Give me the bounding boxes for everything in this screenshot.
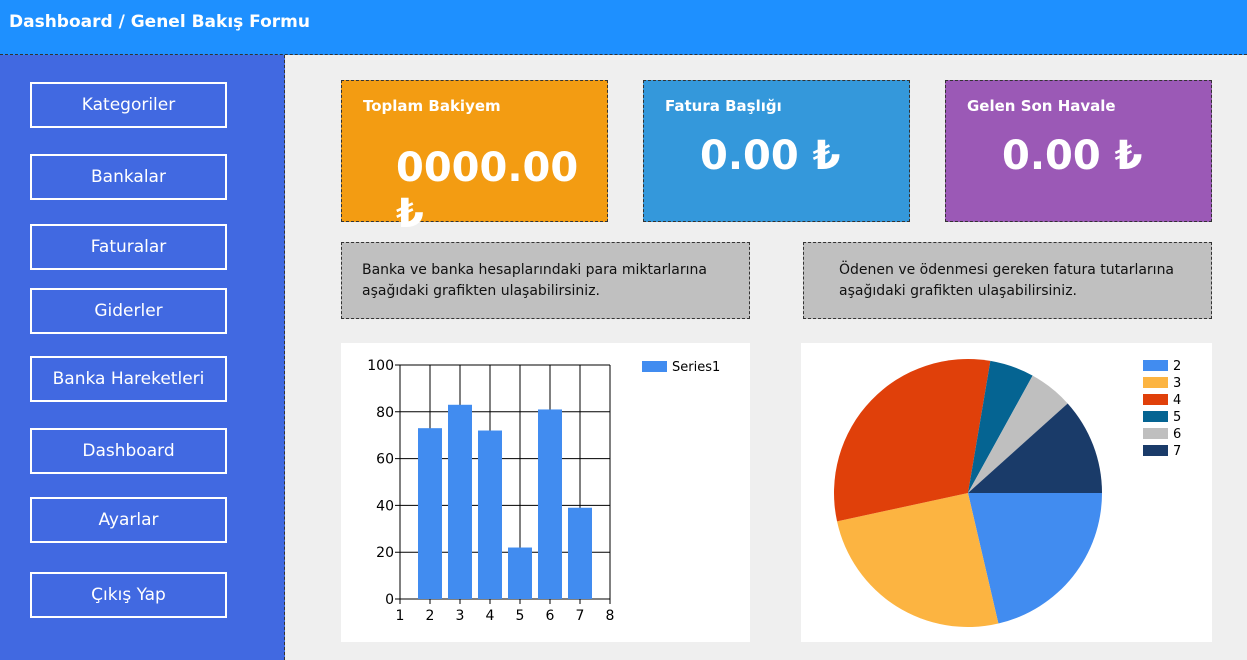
logout-button[interactable]: Çıkış Yap <box>30 572 227 618</box>
y-tick-label: 0 <box>385 592 394 608</box>
y-tick-label: 60 <box>376 452 394 468</box>
bar <box>418 428 442 599</box>
window-title: Dashboard / Genel Bakış Formu <box>9 12 310 32</box>
legend-label: 4 <box>1173 393 1181 408</box>
last-transfer-card: Gelen Son Havale 0.00 ₺ <box>945 80 1212 222</box>
legend-label: Series1 <box>672 360 720 375</box>
sidebar-item-faturalar[interactable]: Faturalar <box>30 224 227 270</box>
x-tick-label: 4 <box>486 608 495 624</box>
legend-label: 7 <box>1173 444 1181 459</box>
card-label: Toplam Bakiyem <box>363 97 501 115</box>
legend-label: 5 <box>1173 410 1181 425</box>
sidebar-item-kategoriler[interactable]: Kategoriler <box>30 82 227 128</box>
bank-bar-chart-panel: 0 20 40 60 80 100 1 2 3 4 5 6 7 8 Series1 <box>341 343 750 642</box>
legend-swatch <box>1143 394 1168 405</box>
bar <box>568 507 592 599</box>
invoice-card: Fatura Başlığı 0.00 ₺ <box>643 80 910 222</box>
legend-swatch <box>1143 377 1168 388</box>
card-value: 0.00 ₺ <box>700 133 841 179</box>
legend-swatch <box>1143 360 1168 371</box>
y-tick-label: 100 <box>367 358 394 374</box>
x-tick-label: 1 <box>396 608 405 624</box>
sidebar-item-giderler[interactable]: Giderler <box>30 288 227 334</box>
y-tick-label: 20 <box>376 545 394 561</box>
legend-swatch <box>1143 411 1168 422</box>
card-label: Gelen Son Havale <box>967 97 1116 115</box>
bar <box>538 409 562 599</box>
bank-bar-chart: 0 20 40 60 80 100 1 2 3 4 5 6 7 8 Series1 <box>367 358 720 624</box>
bank-info-text: Banka ve banka hesaplarındaki para mikta… <box>362 262 707 299</box>
legend-swatch <box>1143 445 1168 456</box>
y-tick-label: 40 <box>376 498 394 514</box>
card-value: 0.00 ₺ <box>1002 133 1143 179</box>
legend-label: 2 <box>1173 359 1181 374</box>
bank-info-box: Banka ve banka hesaplarındaki para mikta… <box>341 242 750 319</box>
x-tick-label: 6 <box>546 608 555 624</box>
invoice-info-box: Ödenen ve ödenmesi gereken fatura tutarl… <box>803 242 1212 319</box>
total-balance-card: Toplam Bakiyem 0000.00 ₺ <box>341 80 608 237</box>
card-label: Fatura Başlığı <box>665 97 782 115</box>
legend-label: 3 <box>1173 376 1181 391</box>
card-value: 0000.00 ₺ <box>396 145 579 237</box>
sidebar-item-ayarlar[interactable]: Ayarlar <box>30 497 227 543</box>
sidebar: Kategoriler Bankalar Faturalar Giderler … <box>0 55 285 660</box>
bar <box>448 404 472 599</box>
x-tick-label: 2 <box>426 608 435 624</box>
x-tick-label: 7 <box>576 608 585 624</box>
legend-swatch <box>642 361 667 372</box>
sidebar-item-banka-hareketleri[interactable]: Banka Hareketleri <box>30 356 227 402</box>
title-bar: Dashboard / Genel Bakış Formu <box>0 0 1247 55</box>
bar <box>508 547 532 599</box>
x-tick-label: 3 <box>456 608 465 624</box>
invoice-pie-chart: 2 3 4 5 6 7 <box>834 358 1181 627</box>
sidebar-item-bankalar[interactable]: Bankalar <box>30 154 227 200</box>
invoice-info-text: Ödenen ve ödenmesi gereken fatura tutarl… <box>839 262 1175 299</box>
sidebar-item-dashboard[interactable]: Dashboard <box>30 428 227 474</box>
invoice-pie-chart-panel: 2 3 4 5 6 7 <box>801 343 1212 642</box>
y-tick-label: 80 <box>376 405 394 421</box>
legend-label: 6 <box>1173 427 1181 442</box>
legend-swatch <box>1143 428 1168 439</box>
x-tick-label: 8 <box>606 608 615 624</box>
x-tick-label: 5 <box>516 608 525 624</box>
bar <box>478 430 502 599</box>
